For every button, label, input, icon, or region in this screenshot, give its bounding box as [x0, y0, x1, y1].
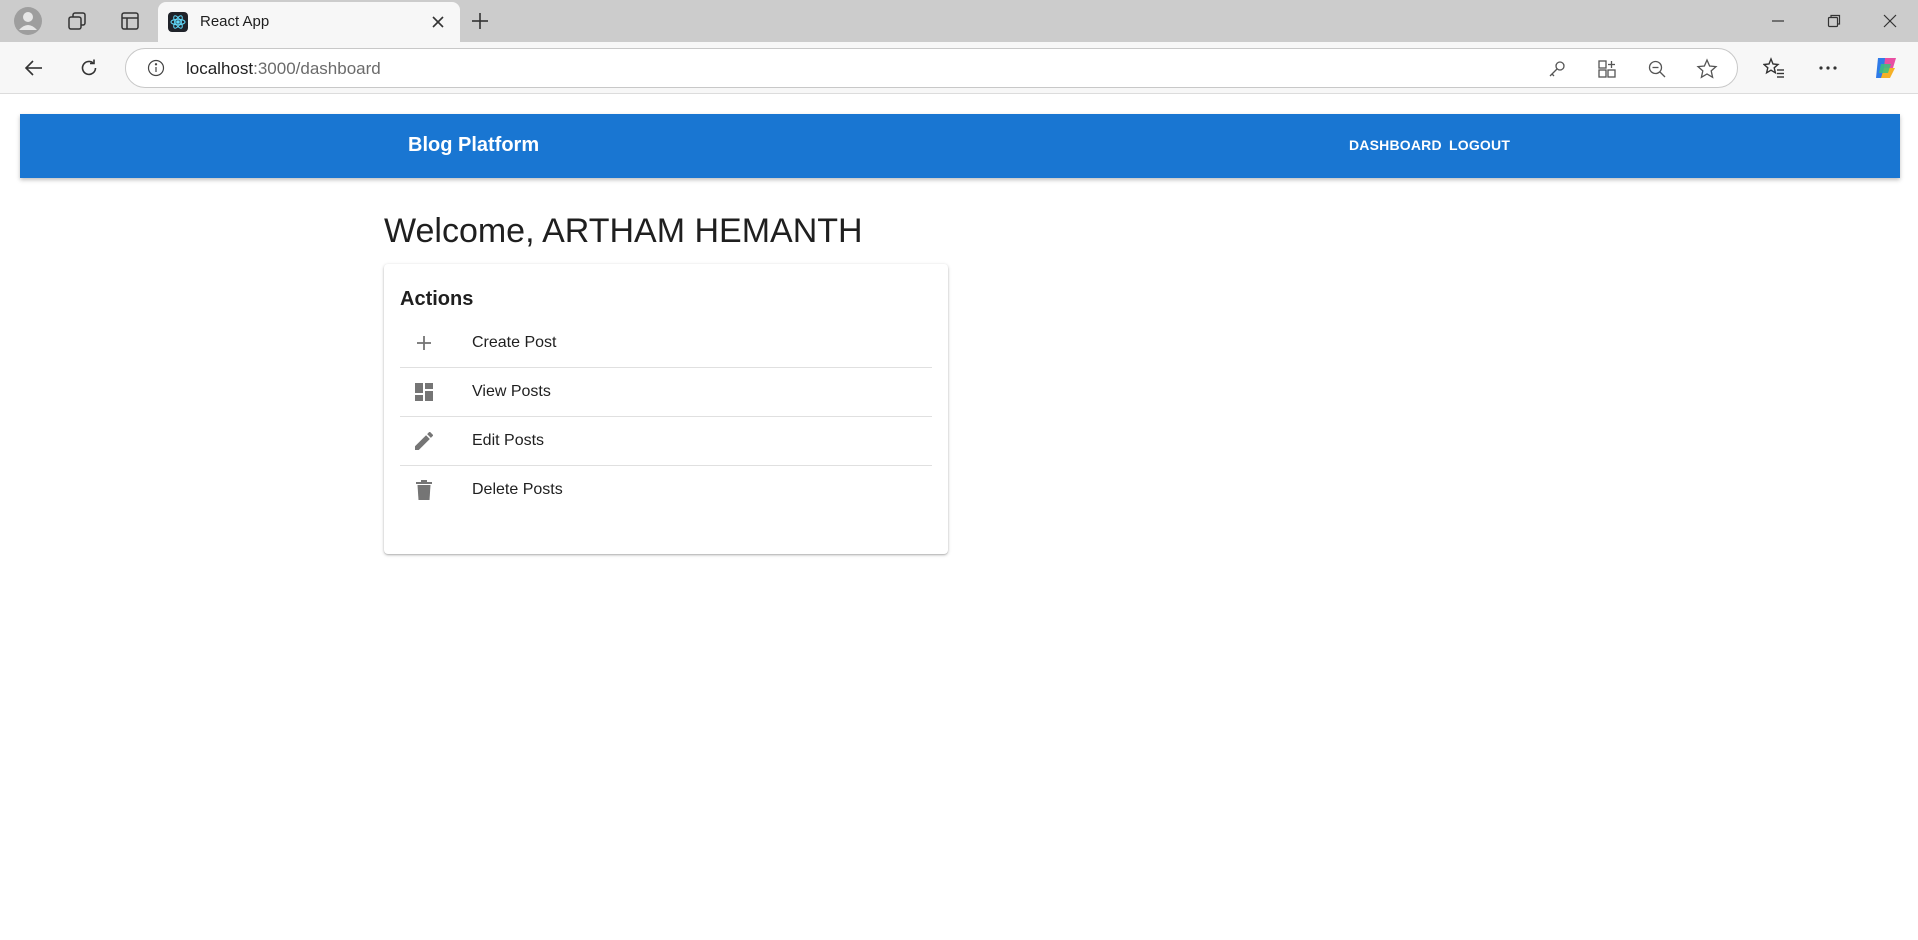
- password-key-icon[interactable]: [1544, 56, 1570, 82]
- card-title: Actions: [400, 288, 474, 310]
- copilot-icon[interactable]: [1868, 50, 1904, 86]
- restore-icon[interactable]: [1806, 0, 1862, 42]
- browser-tab-bar: React App: [0, 0, 1918, 42]
- url-path: :3000/dashboard: [253, 59, 381, 78]
- action-label: Edit Posts: [472, 432, 545, 449]
- app-header: Blog Platform DASHBOARD LOGOUT: [20, 114, 1900, 178]
- close-tab-icon[interactable]: [424, 8, 452, 36]
- delete-icon: [412, 478, 436, 502]
- favorite-star-icon[interactable]: [1694, 56, 1720, 82]
- site-info-icon[interactable]: [146, 58, 166, 78]
- new-tab-icon[interactable]: [462, 4, 498, 38]
- actions-list: Create Post View Posts Edit Posts Delete…: [400, 319, 932, 515]
- action-label: Delete Posts: [472, 481, 563, 498]
- back-icon[interactable]: [16, 50, 52, 86]
- action-label: View Posts: [472, 383, 551, 400]
- nav-logout-button[interactable]: LOGOUT: [1449, 137, 1510, 153]
- welcome-heading: Welcome, ARTHAM HEMANTH: [384, 212, 863, 250]
- edit-posts-action[interactable]: Edit Posts: [400, 417, 932, 466]
- brand-title: Blog Platform: [408, 134, 540, 156]
- actions-card: Actions Create Post View Posts Edit Post…: [384, 264, 948, 554]
- browser-tab[interactable]: React App: [158, 2, 460, 42]
- create-post-action[interactable]: Create Post: [400, 319, 932, 368]
- edit-icon: [412, 429, 436, 453]
- browser-toolbar: localhost:3000/dashboard: [0, 42, 1918, 94]
- react-logo-icon: [168, 12, 188, 32]
- action-label: Create Post: [472, 334, 557, 351]
- refresh-icon[interactable]: [71, 50, 107, 86]
- dashboard-icon: [412, 380, 436, 404]
- minimize-icon[interactable]: [1750, 0, 1806, 42]
- url-text: localhost:3000/dashboard: [186, 59, 381, 79]
- tab-title: React App: [200, 13, 270, 30]
- tab-actions-icon[interactable]: [110, 4, 150, 38]
- zoom-out-icon[interactable]: [1644, 56, 1670, 82]
- view-posts-action[interactable]: View Posts: [400, 368, 932, 417]
- address-bar[interactable]: localhost:3000/dashboard: [125, 48, 1738, 88]
- delete-posts-action[interactable]: Delete Posts: [400, 466, 932, 515]
- url-host: localhost: [186, 59, 254, 78]
- favorites-icon[interactable]: [1756, 50, 1792, 86]
- workspaces-icon[interactable]: [57, 4, 97, 38]
- add-icon: [412, 331, 436, 355]
- close-window-icon[interactable]: [1862, 0, 1918, 42]
- more-options-icon[interactable]: [1810, 50, 1846, 86]
- profile-icon[interactable]: [8, 4, 48, 38]
- nav-dashboard-button[interactable]: DASHBOARD: [1349, 137, 1442, 153]
- app-available-icon[interactable]: [1594, 56, 1620, 82]
